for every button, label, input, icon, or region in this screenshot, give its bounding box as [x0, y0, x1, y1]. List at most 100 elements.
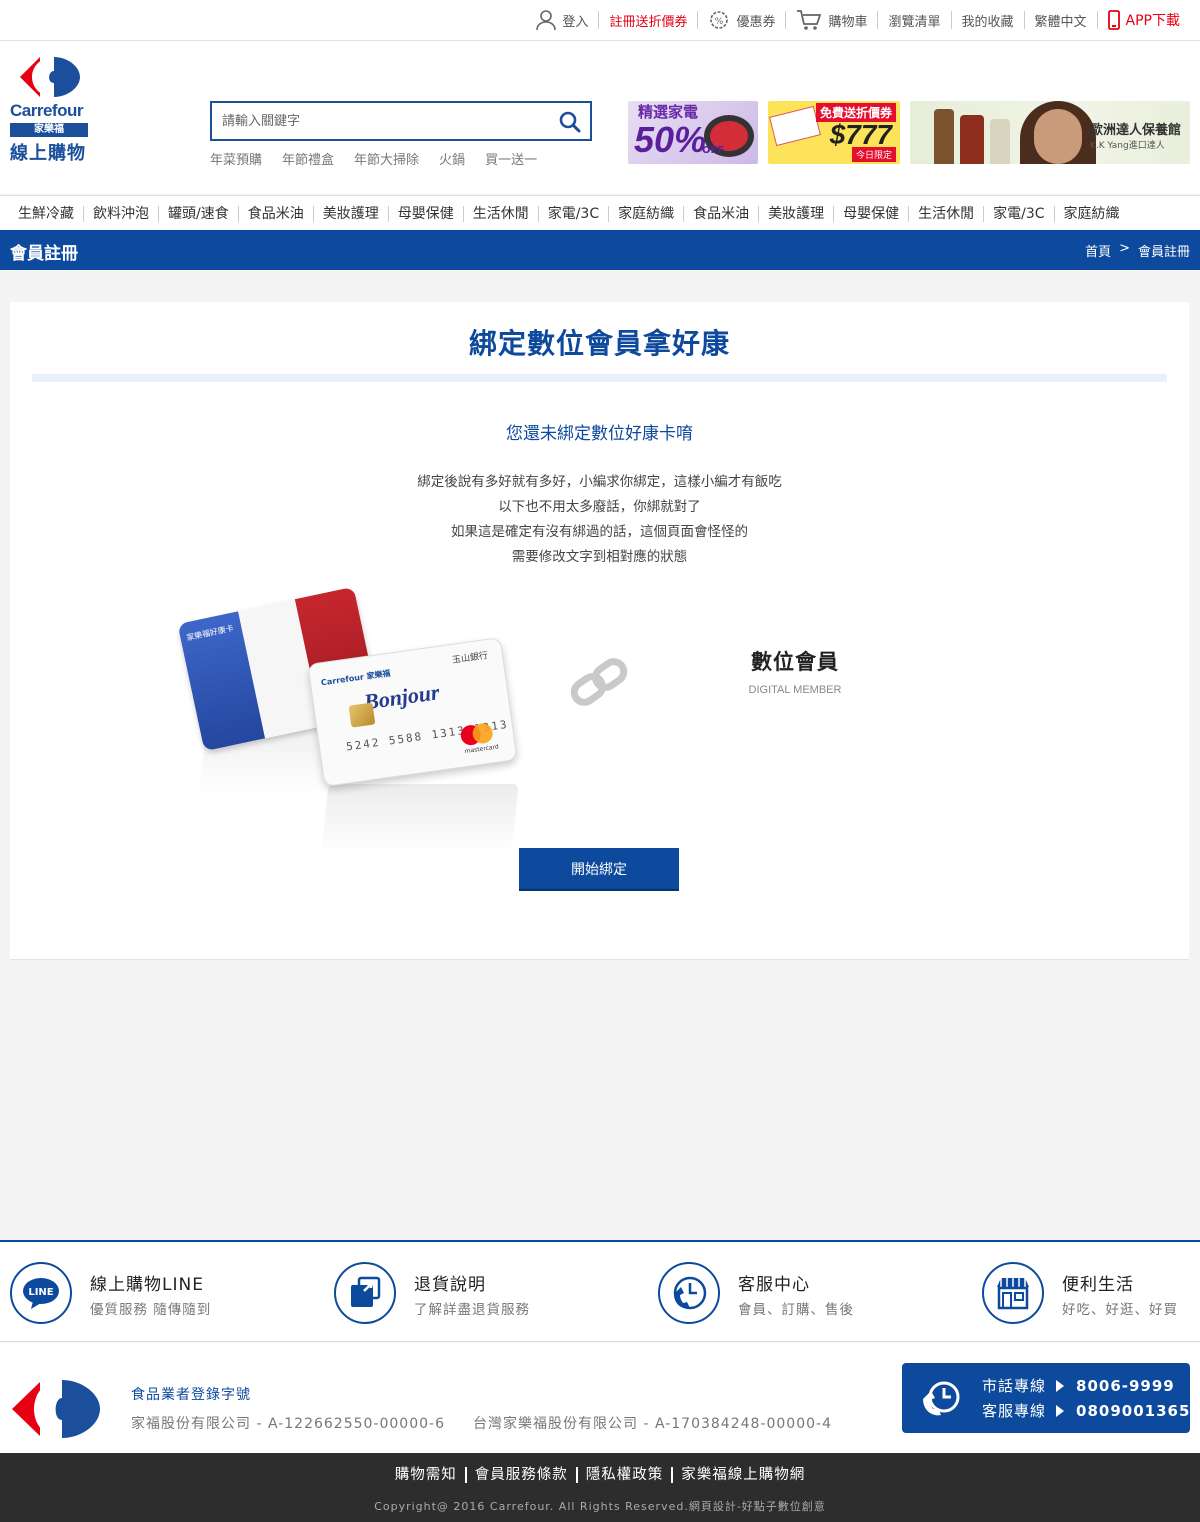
bottle-image	[934, 109, 954, 164]
cart-link[interactable]: 購物車	[785, 10, 877, 30]
banner-skincare-sub: K.K Yang進口達人	[1090, 141, 1165, 151]
category-item[interactable]: 母嬰保健	[833, 205, 908, 222]
company-registrations: 家福股份有限公司 - A-122662550-00000-6 台灣家樂福股份有限…	[131, 1413, 832, 1433]
coupon-gear-icon: %	[710, 11, 729, 29]
svg-text:LINE: LINE	[28, 1287, 53, 1298]
language-label: 繁體中文	[1034, 14, 1087, 30]
company-registration: 台灣家樂福股份有限公司 - A-170384248-00000-4	[473, 1416, 832, 1432]
logo-badge-text: 家樂福	[10, 123, 88, 137]
start-binding-button[interactable]: 開始綁定	[519, 848, 679, 889]
description-line: 如果這是確定有沒有綁過的話，這個頁面會怪怪的	[451, 524, 748, 540]
footer-bottom-bar: 購物需知 會員服務條款 隱私權政策 家樂福線上購物網 Copyright@ 20…	[0, 1453, 1200, 1522]
panel-heading: 綁定數位會員拿好康	[468, 327, 730, 360]
category-item[interactable]: 食品米油	[683, 205, 758, 222]
service-subtitle: 好吃、好逛、好買	[1062, 1302, 1178, 1318]
banner-skincare[interactable]: 歐洲達人保養館 K.K Yang進口達人	[910, 101, 1190, 164]
category-item[interactable]: 母嬰保健	[387, 205, 463, 222]
description-line: 綁定後說有多好就有多好，小編求你綁定，這樣小編才有飯吃	[417, 474, 782, 490]
browse-list-link[interactable]: 瀏覽清單	[877, 11, 950, 30]
login-label: 登入	[562, 14, 589, 30]
member-cards-image: 家樂福好康卡 Carrefour 家樂福 玉山銀行 Bonjour 5242 5…	[175, 584, 519, 854]
register-coupon-link[interactable]: 註冊送折價券	[598, 11, 697, 30]
description-line: 需要修改文字到相對應的狀態	[511, 549, 688, 565]
category-item[interactable]: 家電/3C	[983, 205, 1053, 222]
category-item[interactable]: 家庭紡織	[1053, 205, 1129, 222]
hot-keyword[interactable]: 火鍋	[439, 149, 465, 168]
footer-link[interactable]: 購物需知	[387, 1467, 465, 1483]
company-registration: 家福股份有限公司 - A-122662550-00000-6	[131, 1416, 445, 1432]
hot-keyword[interactable]: 買一送一	[485, 149, 537, 168]
heading-divider	[32, 374, 1167, 382]
category-item[interactable]: 美妝護理	[312, 205, 388, 222]
banner-appliances[interactable]: 精選家電 50% OFF	[628, 101, 758, 164]
hot-keyword[interactable]: 年菜預購	[210, 149, 262, 168]
service-subtitle: 了解詳盡退貨服務	[414, 1302, 530, 1318]
panel-description: 綁定後說有多好就有多好，小編求你綁定，這樣小編才有飯吃 以下也不用太多廢話，你綁…	[10, 470, 1189, 570]
search-input[interactable]	[212, 103, 542, 139]
app-download-link[interactable]: APP下載	[1096, 10, 1190, 30]
footer-link[interactable]: 家樂福線上購物網	[671, 1467, 813, 1483]
category-item[interactable]: 罐頭/速食	[158, 205, 238, 222]
bottle-image	[960, 115, 984, 164]
category-item[interactable]: 家電/3C	[537, 205, 608, 222]
service-title: 退貨說明	[414, 1275, 486, 1295]
hotline-number: 0809001365	[1076, 1401, 1191, 1420]
category-item[interactable]: 食品米油	[237, 205, 313, 222]
hotline-label: 客服專線	[982, 1402, 1047, 1420]
category-item[interactable]: 家庭紡織	[608, 205, 683, 222]
link-chain-icon	[570, 658, 628, 706]
carrefour-logo[interactable]: Carrefour 家樂福 線上購物	[10, 55, 90, 165]
user-icon	[536, 10, 557, 31]
copyright: Copyright@ 2016 Carrefour. All Rights Re…	[374, 1500, 826, 1513]
category-item[interactable]: 美妝護理	[758, 205, 833, 222]
carrefour-symbol-icon	[20, 57, 80, 97]
favorites-link[interactable]: 我的收藏	[950, 11, 1024, 30]
category-item[interactable]: 生活休閒	[462, 205, 538, 222]
model-face-image	[1034, 109, 1082, 164]
coupons-link[interactable]: % 優惠券	[697, 11, 785, 30]
store-icon	[982, 1262, 1044, 1324]
favorites-label: 我的收藏	[961, 14, 1014, 30]
footer-link[interactable]: 會員服務條款	[464, 1467, 576, 1483]
breadcrumb-separator: >	[1119, 241, 1130, 256]
category-item[interactable]: 生活休閒	[908, 205, 983, 222]
hot-keyword[interactable]: 年節禮盒	[282, 149, 334, 168]
svg-text:%: %	[715, 17, 724, 27]
chip-icon	[348, 702, 376, 728]
phone-icon	[1107, 10, 1120, 30]
panel-subheading: 您還未綁定數位好康卡唷	[506, 424, 693, 444]
banner-appliances-discount: 50%	[634, 119, 707, 160]
description-line: 以下也不用太多廢話，你綁就對了	[498, 499, 701, 515]
page-title: 會員註冊	[10, 244, 78, 264]
category-item[interactable]: 飲料沖泡	[83, 205, 158, 222]
search-icon[interactable]	[558, 110, 582, 134]
login-link[interactable]: 登入	[526, 10, 598, 31]
register-coupon-label: 註冊送折價券	[609, 14, 688, 30]
cart-icon	[797, 10, 822, 30]
search-box	[210, 101, 592, 141]
carrefour-footer-logo	[12, 1380, 100, 1438]
banner-skincare-title: 歐洲達人保養館	[1090, 123, 1182, 138]
app-download-label: APP下載	[1125, 13, 1180, 29]
hotline-label: 市話專線	[982, 1377, 1047, 1395]
coupons-label: 優惠券	[736, 14, 776, 30]
service-title: 線上購物LINE	[90, 1275, 204, 1295]
language-link[interactable]: 繁體中文	[1023, 11, 1097, 30]
breadcrumb-current: 會員註冊	[1137, 245, 1190, 260]
credit-card-bank: 玉山銀行	[451, 651, 489, 666]
banner-coupon-note: 今日限定	[851, 147, 896, 162]
hot-keyword[interactable]: 年節大掃除	[354, 149, 419, 168]
breadcrumb-home[interactable]: 首頁	[1085, 241, 1111, 260]
utility-menu: 登入 註冊送折價券 % 優惠券 購物車 瀏覽清單 我的收藏 繁體中文 APP下載	[526, 0, 1190, 40]
triangle-right-icon	[1056, 1379, 1065, 1392]
service-subtitle: 會員、訂購、售後	[738, 1302, 854, 1318]
hotline-landline[interactable]: 市話專線 8006-9999	[982, 1375, 1175, 1396]
hotline-box: 市話專線 8006-9999 客服專線 0809001365	[902, 1363, 1190, 1433]
food-registration-title: 食品業者登錄字號	[131, 1387, 251, 1403]
banner-free-coupon[interactable]: 免費送折價券 $777 今日限定	[768, 101, 900, 164]
footer-link[interactable]: 隱私權政策	[575, 1467, 672, 1483]
credit-card-word: Bonjour	[362, 679, 441, 715]
category-item[interactable]: 生鮮冷藏	[9, 206, 83, 222]
service-title: 便利生活	[1062, 1275, 1134, 1295]
hotline-service[interactable]: 客服專線 0809001365	[982, 1400, 1190, 1421]
